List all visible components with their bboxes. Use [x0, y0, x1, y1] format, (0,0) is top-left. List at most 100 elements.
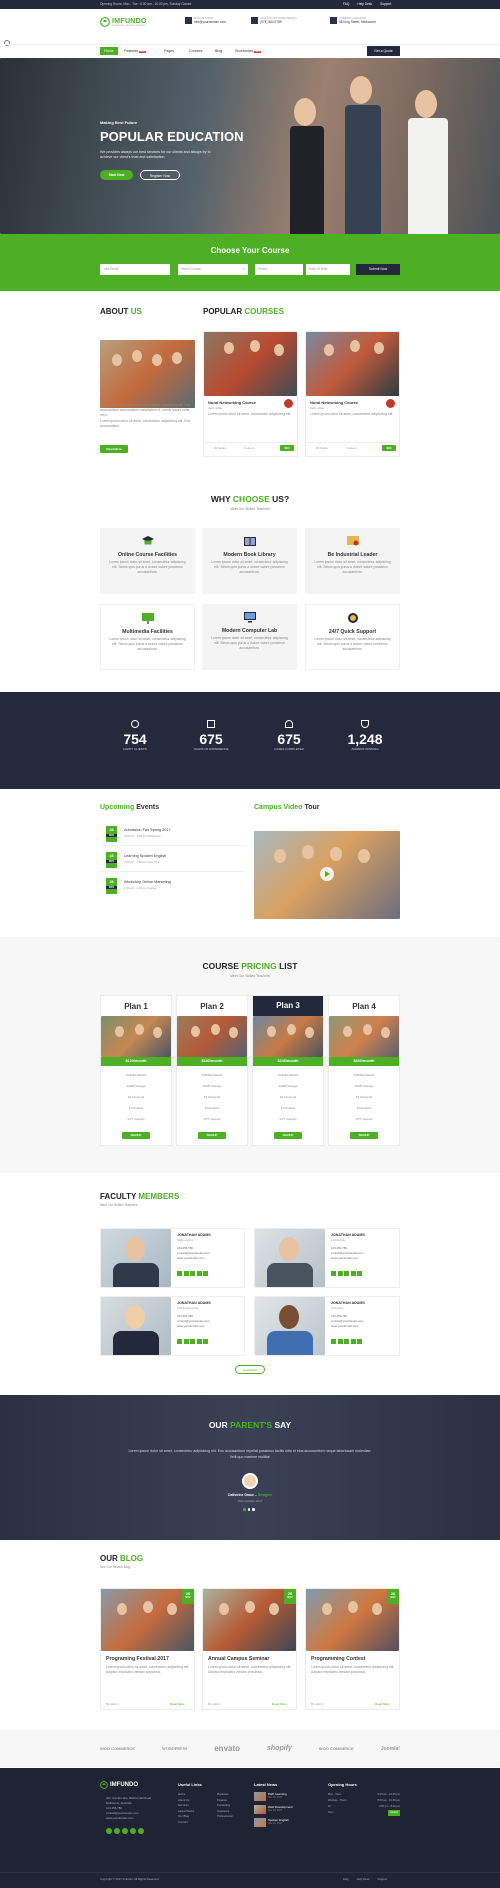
blog-card[interactable]: 26 NOV Annual Campus Seminar Lorem ipsum … [202, 1588, 297, 1710]
footer-social-icons[interactable] [106, 1828, 144, 1834]
nav-shortcodes[interactable]: Shortcodes NEW [235, 49, 262, 53]
nav-home[interactable]: Home [100, 47, 118, 55]
social-icons[interactable] [177, 1271, 208, 1276]
faq-link[interactable]: FAQ [343, 2, 349, 6]
course-select[interactable]: Select Course ▾ [178, 264, 248, 275]
twitter-icon[interactable] [114, 1828, 120, 1834]
nav-features[interactable]: Features NEW [124, 49, 147, 53]
footer-news-item[interactable]: PHP Learning Nov 26, 2017 [254, 1792, 287, 1801]
social-icons[interactable] [331, 1339, 362, 1344]
facebook-icon[interactable] [331, 1271, 336, 1276]
footer-support-link[interactable]: Support [378, 1877, 388, 1881]
faculty-card[interactable]: JONATHAN ADAMS Civil Engineering 123-456… [100, 1296, 245, 1356]
facebook-icon[interactable] [106, 1828, 112, 1834]
event-date-badge: 28 NOV [106, 852, 117, 868]
carousel-dots[interactable] [243, 1508, 255, 1511]
linkedin-icon[interactable] [122, 1828, 128, 1834]
twitter-icon[interactable] [183, 1339, 189, 1344]
support-link[interactable]: Support [380, 2, 391, 6]
signup-button[interactable]: SIGNUP [274, 1132, 302, 1139]
social-icons[interactable] [331, 1271, 362, 1276]
feature-text: Lorem ipsum dolor sit amet, consectetur … [211, 636, 288, 650]
linkedin-icon[interactable] [190, 1339, 195, 1344]
logo-text: IMFUNDO [112, 17, 147, 25]
social-icons[interactable] [177, 1339, 208, 1344]
faculty-card[interactable]: JONATHAN ADAMS Chemistry 123-456-789 cont… [254, 1296, 400, 1356]
dob-field[interactable]: Date Of Birth [306, 264, 350, 275]
facebook-icon[interactable] [331, 1339, 336, 1344]
google-plus-icon[interactable] [350, 1271, 356, 1276]
linkedin-icon[interactable] [190, 1271, 195, 1276]
footer-news-item[interactable]: Spoken English Nov 26, 2017 [254, 1818, 289, 1827]
blog-read-more-link[interactable]: Read More [272, 1702, 287, 1706]
partner-logo[interactable]: shopify [267, 1745, 292, 1752]
blog-post-title[interactable]: Programing Festival 2017 [106, 1656, 169, 1662]
instagram-icon[interactable] [203, 1339, 208, 1344]
google-plus-icon[interactable] [196, 1339, 202, 1344]
course-price-badge[interactable]: $60 [382, 445, 396, 451]
event-item[interactable]: 28 NOV Admission Fair Spring 2017 2.30 pm… [100, 824, 245, 846]
testimonial-title: OUR PARENT'S SAY [208, 1420, 292, 1430]
carousel-dot[interactable] [252, 1508, 255, 1511]
google-plus-icon[interactable] [350, 1339, 356, 1344]
play-icon[interactable] [320, 867, 334, 881]
phone-field[interactable]: Phone [255, 264, 303, 275]
video-thumbnail[interactable] [254, 831, 400, 919]
facebook-icon[interactable] [177, 1339, 182, 1344]
instagram-icon[interactable] [357, 1271, 362, 1276]
blog-post-title[interactable]: Annual Campus Seminar [208, 1656, 269, 1662]
linkedin-icon[interactable] [344, 1271, 349, 1276]
submit-now-button[interactable]: Submit Now [356, 264, 400, 275]
course-title[interactable]: Nural Networking Course [310, 400, 358, 405]
get-quote-button[interactable]: Get a Quote [367, 46, 400, 56]
partner-logo[interactable]: envato [214, 1744, 240, 1753]
course-title[interactable]: Nural Networking Course [208, 400, 256, 405]
google-plus-icon[interactable] [130, 1828, 136, 1834]
blog-post-title[interactable]: Programming Contest [311, 1656, 365, 1662]
footer-hours-title: Opening Hours [328, 1782, 357, 1787]
blog-read-more-link[interactable]: Read More [375, 1702, 390, 1706]
event-item[interactable]: 28 NOV Workshop Online Marketing 2.30 pm … [100, 876, 245, 898]
instagram-icon[interactable] [357, 1339, 362, 1344]
footer-help-desk-link[interactable]: Help Desk [357, 1877, 370, 1881]
instagram-icon[interactable] [203, 1271, 208, 1276]
course-card[interactable]: Nural Networking Course Jack Jodie Lorem… [305, 331, 400, 457]
signup-button[interactable]: SIGNUP [122, 1132, 150, 1139]
google-plus-icon[interactable] [196, 1271, 202, 1276]
footer-faq-link[interactable]: FAQ [343, 1877, 349, 1881]
footer-logo[interactable]: IMFUNDO [100, 1781, 138, 1789]
carousel-dot[interactable] [247, 1508, 250, 1511]
blog-card[interactable]: 26 NOV Programing Festival 2017 Lorem ips… [100, 1588, 195, 1710]
nav-courses[interactable]: Courses [189, 49, 202, 53]
linkedin-icon[interactable] [344, 1339, 349, 1344]
about-read-more-button[interactable]: Read More [100, 445, 128, 453]
twitter-icon[interactable] [183, 1271, 189, 1276]
help-desk-link[interactable]: Help Desk [357, 2, 372, 6]
event-item[interactable]: 28 NOV Learning Spoken English 2.30 pm - … [100, 850, 245, 872]
load-more-button[interactable]: Load More [235, 1365, 265, 1374]
facebook-icon[interactable] [177, 1271, 182, 1276]
nav-blog[interactable]: Blog [215, 49, 222, 53]
course-price-badge[interactable]: $60 [280, 445, 294, 451]
signup-button[interactable]: SIGNUP [198, 1132, 226, 1139]
twitter-icon[interactable] [337, 1271, 343, 1276]
signup-button[interactable]: SIGNUP [350, 1132, 378, 1139]
faculty-card[interactable]: JONATHAN ADAMS Architecture 123-456-789 c… [254, 1228, 400, 1288]
blog-read-more-link[interactable]: Read More [170, 1702, 185, 1706]
register-now-button[interactable]: Register Now [140, 170, 180, 180]
start-now-button[interactable]: Start Now [100, 170, 133, 180]
partner-logo[interactable]: WOO COMMERCE [319, 1746, 354, 1751]
nav-pages[interactable]: Pages [164, 49, 174, 53]
blog-card[interactable]: 26 NOV Programming Contest Lorem ipsum do… [305, 1588, 400, 1710]
email-field[interactable]: Your Email [100, 264, 170, 275]
partner-logo[interactable]: Joomla! [381, 1746, 400, 1752]
logo[interactable]: IMFUNDO EDUCATIONAL UNIVERSITY TEMPLATE [100, 17, 147, 27]
faculty-card[interactable]: JONATHAN ADAMS Mathematics 123-456-789 co… [100, 1228, 245, 1288]
course-card[interactable]: Nural Networking Course Jack Jodie Lorem… [203, 331, 298, 457]
partner-logo[interactable]: WOO COMMERCE [100, 1746, 135, 1751]
carousel-dot[interactable] [243, 1508, 246, 1511]
twitter-icon[interactable] [337, 1339, 343, 1344]
partner-logo[interactable]: WORDPRESS [162, 1746, 187, 1751]
footer-news-item[interactable]: Web Development Nov 26, 2017 [254, 1805, 293, 1814]
instagram-icon[interactable] [138, 1828, 144, 1834]
